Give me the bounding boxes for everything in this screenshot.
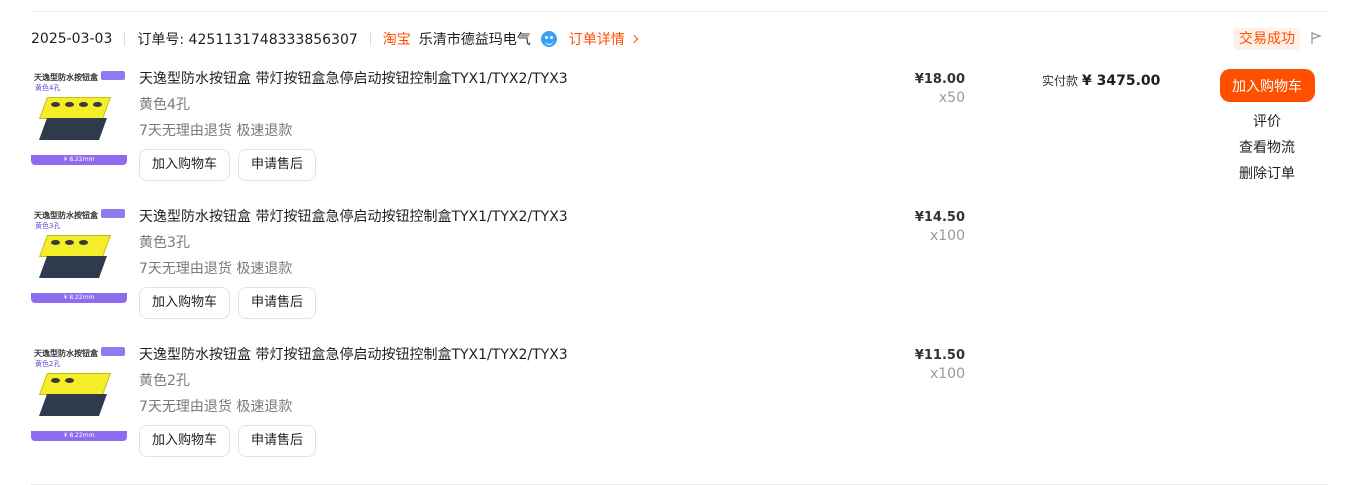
add-to-cart-button[interactable]: 加入购物车	[139, 287, 231, 319]
status-badge: 交易成功	[1234, 28, 1300, 50]
thumb-spec: 黄色4孔	[35, 84, 61, 92]
item-quantity: x100	[929, 228, 965, 244]
product-thumbnail[interactable]: 天逸型防水按钮盒 黄色3孔 ¥ 8.22mm	[31, 207, 127, 303]
order-item: 天逸型防水按钮盒 黄色3孔 ¥ 8.22mm 天逸型防水按钮盒 带灯按钮盒急停启…	[31, 207, 1031, 337]
product-thumbnail[interactable]: 天逸型防水按钮盒 黄色4孔 ¥ 8.22mm	[31, 69, 127, 165]
item-title[interactable]: 天逸型防水按钮盒 带灯按钮盒急停启动按钮控制盒TYX1/TYX2/TYX3	[139, 69, 568, 89]
delete-order-link[interactable]: 删除订单	[1239, 164, 1295, 184]
thumb-title: 天逸型防水按钮盒	[34, 73, 98, 82]
order-number: 订单号: 4251131748333856307	[137, 32, 358, 48]
paid-label: 实付款	[1042, 74, 1079, 88]
thumb-badge	[101, 347, 125, 356]
chevron-right-icon	[629, 34, 639, 44]
flag-icon[interactable]	[1310, 31, 1322, 45]
order-detail-link[interactable]: 订单详情	[568, 29, 639, 49]
platform-label: 淘宝	[382, 32, 411, 48]
after-sales-button[interactable]: 申请售后	[238, 287, 317, 319]
order-actions: 加入购物车 评价 查看物流 删除订单	[1219, 69, 1315, 184]
review-link[interactable]: 评价	[1253, 112, 1281, 132]
button-holes	[51, 102, 102, 107]
thumb-title: 天逸型防水按钮盒	[34, 349, 98, 358]
order-header: 2025-03-03 订单号: 4251131748333856307 淘宝 乐…	[31, 28, 639, 50]
item-buttons: 加入购物车 申请售后	[139, 287, 568, 319]
item-buttons: 加入购物车 申请售后	[139, 425, 568, 457]
item-spec: 黄色2孔	[139, 373, 190, 389]
add-all-to-cart-button[interactable]: 加入购物车	[1219, 69, 1315, 102]
item-spec: 黄色4孔	[139, 97, 190, 113]
thumb-badge	[101, 209, 125, 218]
box-top-shape	[38, 373, 112, 395]
item-price: ¥18.00	[914, 72, 965, 87]
order-item: 天逸型防水按钮盒 黄色4孔 ¥ 8.22mm 天逸型防水按钮盒 带灯按钮盒急停启…	[31, 69, 1031, 199]
paid-value: ¥ 3475.00	[1082, 73, 1161, 89]
button-holes	[51, 240, 88, 245]
after-sales-button[interactable]: 申请售后	[238, 149, 317, 181]
thumb-badge	[101, 71, 125, 80]
top-divider	[31, 11, 1328, 12]
header-separator	[124, 32, 126, 46]
thumb-bar: ¥ 8.22mm	[31, 431, 127, 441]
thumb-bar: ¥ 8.22mm	[31, 155, 127, 165]
item-service: 7天无理由退货 极速退款	[139, 123, 293, 139]
item-info: 天逸型防水按钮盒 带灯按钮盒急停启动按钮控制盒TYX1/TYX2/TYX3 黄色…	[139, 69, 568, 181]
item-info: 天逸型防水按钮盒 带灯按钮盒急停启动按钮控制盒TYX1/TYX2/TYX3 黄色…	[139, 345, 568, 457]
item-price: ¥14.50	[914, 210, 965, 225]
item-info: 天逸型防水按钮盒 带灯按钮盒急停启动按钮控制盒TYX1/TYX2/TYX3 黄色…	[139, 207, 568, 319]
thumb-spec: 黄色3孔	[35, 222, 61, 230]
item-service: 7天无理由退货 极速退款	[139, 261, 293, 277]
box-side-shape	[38, 394, 108, 416]
box-top-shape	[38, 97, 112, 119]
order-date: 2025-03-03	[31, 31, 113, 47]
add-to-cart-button[interactable]: 加入购物车	[139, 425, 231, 457]
thumb-bar: ¥ 8.22mm	[31, 293, 127, 303]
item-buttons: 加入购物车 申请售后	[139, 149, 568, 181]
paid-amount: 实付款 ¥ 3475.00	[1042, 72, 1160, 89]
after-sales-button[interactable]: 申请售后	[238, 425, 317, 457]
item-quantity: x50	[938, 90, 965, 106]
add-to-cart-button[interactable]: 加入购物车	[139, 149, 231, 181]
item-spec: 黄色3孔	[139, 235, 190, 251]
wangwang-icon[interactable]	[540, 31, 557, 47]
item-service: 7天无理由退货 极速退款	[139, 399, 293, 415]
box-side-shape	[38, 118, 108, 140]
order-item: 天逸型防水按钮盒 黄色2孔 ¥ 8.22mm 天逸型防水按钮盒 带灯按钮盒急停启…	[31, 345, 1031, 475]
item-quantity: x100	[929, 366, 965, 382]
order-detail-label: 订单详情	[568, 32, 625, 48]
view-logistics-link[interactable]: 查看物流	[1239, 138, 1295, 158]
shop-name[interactable]: 乐清市德益玛电气	[419, 29, 531, 49]
item-title[interactable]: 天逸型防水按钮盒 带灯按钮盒急停启动按钮控制盒TYX1/TYX2/TYX3	[139, 345, 568, 365]
item-price: ¥11.50	[914, 348, 965, 363]
box-top-shape	[38, 235, 112, 257]
thumb-spec: 黄色2孔	[35, 360, 61, 368]
header-separator	[369, 32, 371, 46]
product-thumbnail[interactable]: 天逸型防水按钮盒 黄色2孔 ¥ 8.22mm	[31, 345, 127, 441]
box-side-shape	[38, 256, 108, 278]
item-title[interactable]: 天逸型防水按钮盒 带灯按钮盒急停启动按钮控制盒TYX1/TYX2/TYX3	[139, 207, 568, 227]
button-holes	[51, 378, 74, 383]
thumb-title: 天逸型防水按钮盒	[34, 211, 98, 220]
